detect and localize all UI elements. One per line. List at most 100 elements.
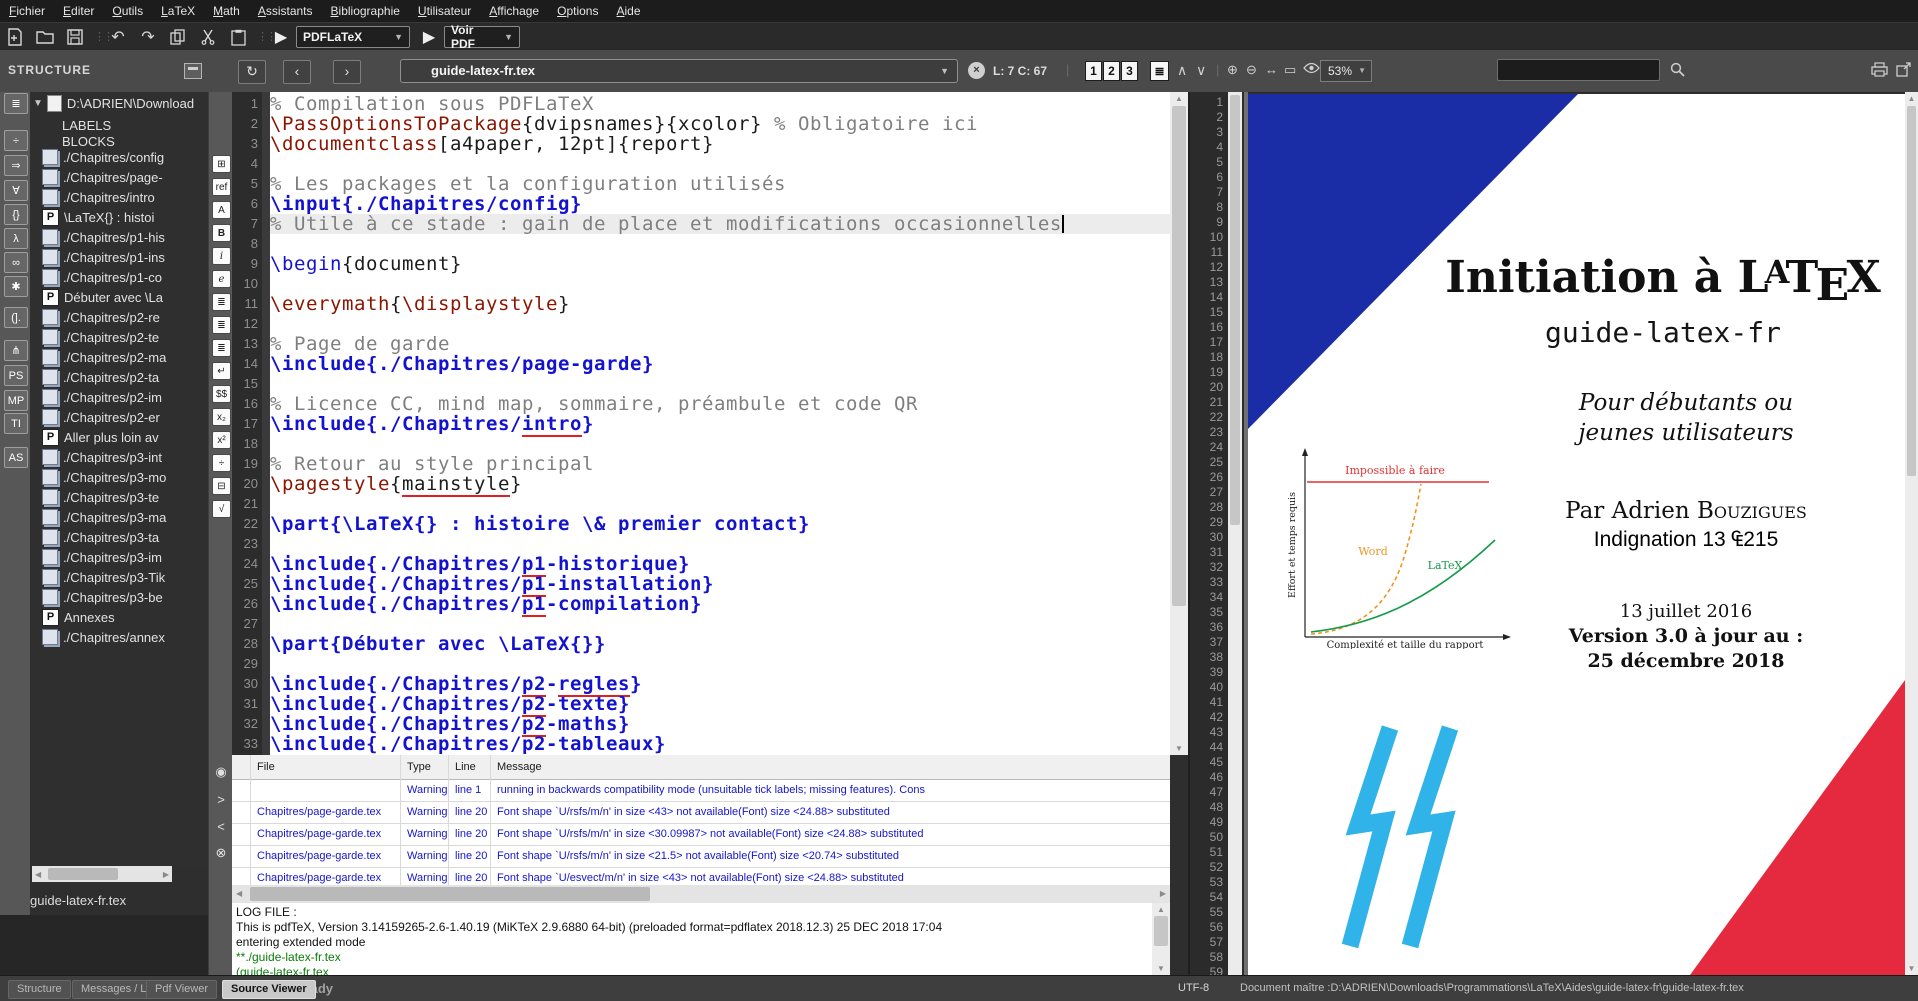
tree-item[interactable]: ./Chapitres/p3-ma [30, 507, 208, 527]
tree-item[interactable]: ./Chapitres/p2-te [30, 327, 208, 347]
code-line[interactable]: % Licence CC, mind map, sommaire, préamb… [270, 394, 1170, 414]
messages-header-line[interactable]: Line [448, 755, 490, 779]
tree-item[interactable]: ./Chapitres/p1-his [30, 227, 208, 247]
structure-tab[interactable]: ≣ [4, 93, 28, 114]
code-line[interactable]: % Utile à ce stade : gain de place et mo… [270, 214, 1170, 234]
frac-icon[interactable]: ÷ [212, 454, 231, 472]
code-line[interactable]: \part{\LaTeX{} : histoire \& premier con… [270, 514, 1170, 534]
code-line[interactable]: \include{./Chapitres/p2-tableaux} [270, 734, 1170, 754]
pdf-search-input[interactable] [1497, 59, 1660, 81]
tree-item[interactable]: ./Chapitres/p3-ta [30, 527, 208, 547]
expander-icon[interactable]: ▼ [33, 98, 43, 109]
code-line[interactable]: \everymath{\displaystyle} [270, 294, 1170, 314]
superscript-icon[interactable]: x² [212, 431, 231, 449]
matrix-icon[interactable]: ⊟ [212, 477, 231, 495]
tree-item[interactable]: ./Chapitres/p1-ins [30, 247, 208, 267]
code-line[interactable] [270, 374, 1170, 394]
brackets-tab[interactable]: (]. [4, 307, 28, 328]
tree-item[interactable]: ./Chapitres/p3-te [30, 487, 208, 507]
code-line[interactable]: \include{./Chapitres/p1-installation} [270, 574, 1170, 594]
message-row[interactable]: Chapitres/page-garde.texWarningline 20Fo… [232, 867, 1170, 885]
source-viewer-scrollbar[interactable] [1228, 92, 1242, 975]
code-line[interactable]: \pagestyle{mainstyle} [270, 474, 1170, 494]
code-line[interactable]: \include{./Chapitres/p1-historique} [270, 554, 1170, 574]
emph-icon[interactable]: e [212, 270, 231, 288]
messages-header-type[interactable]: Type [400, 755, 448, 779]
menu-options[interactable]: Options [548, 0, 607, 22]
show-messages-icon[interactable]: ◉ [211, 763, 231, 781]
menu-utilisateur[interactable]: Utilisateur [409, 0, 480, 22]
zoom-level-combo[interactable]: 53%▼ [1320, 60, 1372, 82]
messages-header-file[interactable]: File [250, 755, 400, 779]
arrows-tab[interactable]: ⇒ [4, 155, 28, 176]
message-row[interactable]: Chapitres/page-garde.texWarningline 20Fo… [232, 823, 1170, 846]
code-line[interactable]: % Retour au style principal [270, 454, 1170, 474]
pdf-page-button-2[interactable]: 2 [1103, 61, 1120, 81]
next-page-icon[interactable]: ∨ [1196, 62, 1206, 79]
code-line[interactable]: \documentclass[a4paper, 12pt]{report} [270, 134, 1170, 154]
tree-item[interactable]: PAller plus loin av [30, 427, 208, 447]
tree-item[interactable]: ./Chapitres/config [30, 147, 208, 167]
code-line[interactable]: \include{./Chapitres/intro} [270, 414, 1170, 434]
compile-mode-combo[interactable]: PDFLaTeX▼ [296, 26, 410, 48]
code-line[interactable]: \include{./Chapitres/p1-compilation} [270, 594, 1170, 614]
code-line[interactable]: % Page de garde [270, 334, 1170, 354]
code-line[interactable]: \PassOptionsToPackage{dvipsnames}{xcolor… [270, 114, 1170, 134]
open-file-button[interactable] [32, 26, 58, 48]
code-line[interactable] [270, 434, 1170, 454]
copy-button[interactable] [165, 26, 191, 48]
tree-item[interactable]: ./Chapitres/p2-er [30, 407, 208, 427]
code-line[interactable] [270, 614, 1170, 634]
status-button-source-viewer[interactable]: Source Viewer [222, 980, 316, 999]
pdf-page-button-1[interactable]: 1 [1085, 61, 1102, 81]
tree-item[interactable]: ./Chapitres/annex [30, 627, 208, 647]
pstricks-tab[interactable]: PS [4, 365, 28, 386]
asymptote-tab[interactable]: AS [4, 447, 28, 468]
misc-symbols-tab[interactable]: ✱ [4, 276, 28, 297]
status-button-structure[interactable]: Structure [8, 980, 71, 999]
menu-aide[interactable]: Aide [607, 0, 649, 22]
tree-item[interactable]: ▼D:\ADRIEN\Download [30, 93, 208, 113]
code-line[interactable]: \part{Débuter avec \LaTeX{}} [270, 634, 1170, 654]
tree-item[interactable]: ./Chapitres/p1-co [30, 267, 208, 287]
list-icon[interactable]: ≣ [212, 293, 231, 311]
menu-math[interactable]: Math [204, 0, 249, 22]
code-line[interactable] [270, 534, 1170, 554]
tree-item[interactable]: ./Chapitres/p3-mo [30, 467, 208, 487]
message-row[interactable]: Warningline 1running in backwards compat… [232, 779, 1170, 802]
messages-hscrollbar[interactable]: ◀▶ [232, 885, 1170, 903]
tikz-tab[interactable]: TI [4, 413, 28, 434]
list2-icon[interactable]: ≣ [212, 316, 231, 334]
zoom-out-icon[interactable]: ⊖ [1246, 62, 1257, 78]
forall-tab[interactable]: ∀ [4, 180, 28, 201]
pdf-page-button-3[interactable]: 3 [1121, 61, 1138, 81]
search-icon[interactable] [1670, 62, 1685, 77]
list3-icon[interactable]: ≣ [212, 339, 231, 357]
math-mode-icon[interactable]: $$ [212, 385, 231, 403]
greek-tab[interactable]: λ [4, 228, 28, 249]
infinity-tab[interactable]: ∞ [4, 252, 28, 273]
math-divide-tab[interactable]: ÷ [4, 130, 28, 151]
new-file-button[interactable] [2, 26, 28, 48]
tree-item[interactable]: ./Chapitres/p3-be [30, 587, 208, 607]
tree-item[interactable]: ./Chapitres/p3-Tik [30, 567, 208, 587]
menu-assistants[interactable]: Assistants [249, 0, 322, 22]
menu-affichage[interactable]: Affichage [480, 0, 548, 22]
tree-item[interactable]: PDébuter avec \La [30, 287, 208, 307]
tree-item[interactable]: ./Chapitres/page- [30, 167, 208, 187]
run-view-button[interactable]: ▶ [416, 26, 442, 48]
message-row[interactable]: Chapitres/page-garde.texWarningline 20Fo… [232, 801, 1170, 824]
tree-item[interactable]: ./Chapitres/p3-im [30, 547, 208, 567]
pdf-vscrollbar[interactable]: ▲▼ [1905, 92, 1918, 975]
next-error-icon[interactable]: > [211, 790, 231, 808]
tree-item[interactable]: ./Chapitres/p2-re [30, 307, 208, 327]
next-document-button[interactable]: › [333, 60, 361, 84]
structure-hscrollbar[interactable]: ◀▶ [32, 866, 172, 882]
menu-fichier[interactable]: Fichier [0, 0, 54, 22]
code-line[interactable] [270, 314, 1170, 334]
save-button[interactable] [62, 26, 88, 48]
menu-outils[interactable]: Outils [103, 0, 152, 22]
braces-tab[interactable]: {} [4, 204, 28, 225]
code-line[interactable] [270, 274, 1170, 294]
tree-item[interactable]: ./Chapitres/p2-ma [30, 347, 208, 367]
